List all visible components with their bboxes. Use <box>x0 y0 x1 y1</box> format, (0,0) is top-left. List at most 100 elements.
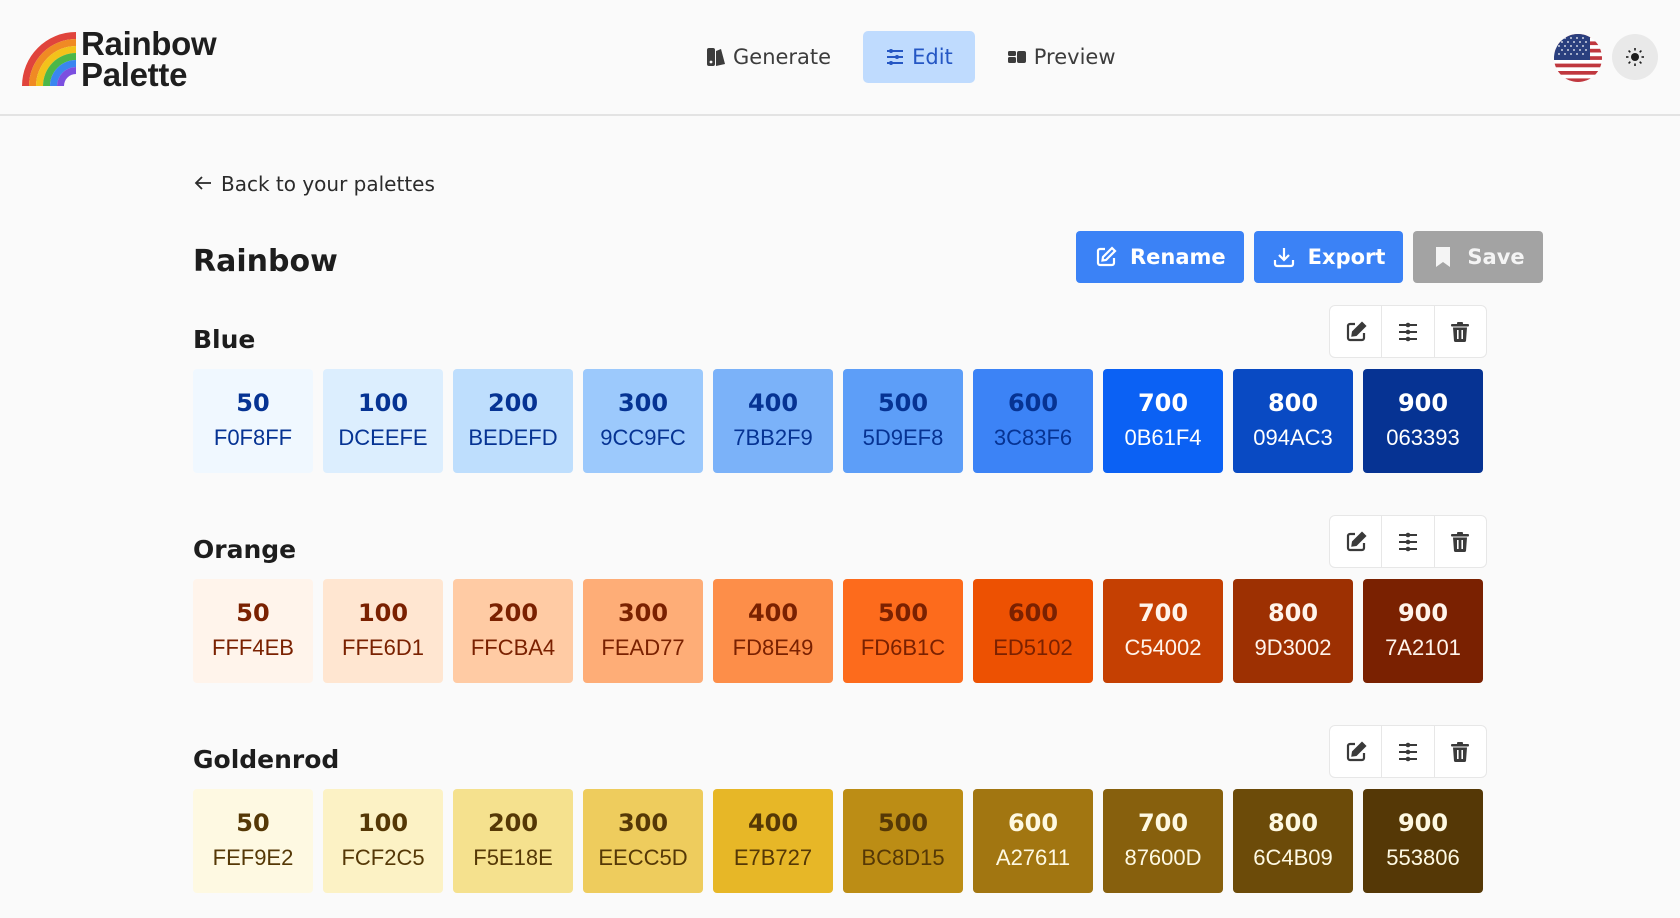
color-swatch[interactable]: 800 9D3002 <box>1233 579 1353 683</box>
color-swatch[interactable]: 50 F0F8FF <box>193 369 313 473</box>
color-swatch[interactable]: 100 FCF2C5 <box>323 789 443 893</box>
swatch-shade: 400 <box>747 809 799 837</box>
adjust-palette-button[interactable] <box>1382 306 1435 357</box>
palette-name: Blue <box>193 325 256 354</box>
rename-label: Rename <box>1130 245 1226 269</box>
edit-palette-button[interactable] <box>1330 516 1383 567</box>
color-swatch[interactable]: 400 E7B727 <box>713 789 833 893</box>
color-swatch[interactable]: 700 0B61F4 <box>1103 369 1223 473</box>
swatch-hex: FEF9E2 <box>212 845 294 870</box>
swatch-shade: 800 <box>1267 389 1319 417</box>
color-swatch[interactable]: 900 063393 <box>1363 369 1483 473</box>
nav-preview[interactable]: Preview <box>991 31 1132 83</box>
nav-edit[interactable]: Edit <box>863 31 975 83</box>
logo-line-1: Rainbow <box>81 25 217 62</box>
color-swatch[interactable]: 900 7A2101 <box>1363 579 1483 683</box>
color-swatch[interactable]: 50 FEF9E2 <box>193 789 313 893</box>
app-header: Rainbow Palette Generate Edit Preview <box>0 0 1680 116</box>
edit-icon <box>1346 530 1367 551</box>
swatch-hex: BEDEFD <box>468 425 558 450</box>
color-swatch[interactable]: 600 ED5102 <box>973 579 1093 683</box>
swatch-hex: DCEEFE <box>338 425 428 450</box>
swatch-hex: 5D9EF8 <box>862 425 944 450</box>
swatch-shade: 100 <box>357 389 409 417</box>
color-swatch[interactable]: 300 EECC5D <box>583 789 703 893</box>
adjust-palette-button[interactable] <box>1382 516 1435 567</box>
color-swatch[interactable]: 300 9CC9FC <box>583 369 703 473</box>
back-link-label: Back to your palettes <box>221 172 435 196</box>
save-button[interactable]: Save <box>1413 231 1543 283</box>
color-swatch[interactable]: 300 FEAD77 <box>583 579 703 683</box>
delete-palette-button[interactable] <box>1435 306 1486 357</box>
logo-line-2: Palette <box>81 56 188 93</box>
color-swatch[interactable]: 200 F5E18E <box>453 789 573 893</box>
rename-button[interactable]: Rename <box>1076 231 1244 283</box>
swatch-hex: 0B61F4 <box>1124 425 1202 450</box>
swatch-hex: 7BB2F9 <box>733 425 813 450</box>
swatch-hex: FCF2C5 <box>341 845 425 870</box>
swatch-hex: 9D3002 <box>1254 635 1332 660</box>
arrow-left-icon <box>194 172 212 196</box>
color-swatch[interactable]: 200 FFCBA4 <box>453 579 573 683</box>
trash-icon <box>1451 741 1470 762</box>
swatch-shade: 400 <box>747 389 799 417</box>
color-swatch[interactable]: 600 A27611 <box>973 789 1093 893</box>
swatch-shade: 600 <box>1007 389 1059 417</box>
download-icon <box>1273 248 1294 268</box>
swatch-hex: A27611 <box>995 845 1071 870</box>
swatch-hex: 094AC3 <box>1253 425 1333 450</box>
delete-palette-button[interactable] <box>1435 516 1486 567</box>
swatch-shade: 600 <box>1007 809 1059 837</box>
swatch-hex: FFCBA4 <box>470 635 556 660</box>
color-swatch[interactable]: 600 3C83F6 <box>973 369 1093 473</box>
palette-tools <box>1329 725 1487 778</box>
swatch-shade: 200 <box>487 389 539 417</box>
color-swatch[interactable]: 500 FD6B1C <box>843 579 963 683</box>
color-swatch[interactable]: 500 BC8D15 <box>843 789 963 893</box>
export-button[interactable]: Export <box>1253 231 1404 283</box>
color-swatch[interactable]: 500 5D9EF8 <box>843 369 963 473</box>
theme-toggle-button[interactable] <box>1612 34 1658 80</box>
edit-palette-button[interactable] <box>1330 726 1383 777</box>
swatch-shade: 800 <box>1267 599 1319 627</box>
color-swatch[interactable]: 800 6C4B09 <box>1233 789 1353 893</box>
color-swatch[interactable]: 100 FFE6D1 <box>323 579 443 683</box>
nav-generate[interactable]: Generate <box>690 31 847 83</box>
color-swatch[interactable]: 100 DCEEFE <box>323 369 443 473</box>
swatch-shade: 500 <box>877 599 929 627</box>
swatch-shade: 700 <box>1137 599 1189 627</box>
edit-palette-button[interactable] <box>1330 306 1383 357</box>
edit-icon <box>1096 246 1117 267</box>
back-to-palettes-link[interactable]: Back to your palettes <box>194 172 435 196</box>
language-selector[interactable] <box>1554 34 1602 82</box>
color-swatch[interactable]: 200 BEDEFD <box>453 369 573 473</box>
color-swatch[interactable]: 50 FFF4EB <box>193 579 313 683</box>
swatchbook-icon <box>706 47 726 67</box>
swatch-hex: FFE6D1 <box>342 635 424 660</box>
color-swatch[interactable]: 700 87600D <box>1103 789 1223 893</box>
swatch-shade: 200 <box>487 599 539 627</box>
main-nav: Generate Edit Preview <box>690 31 1132 83</box>
adjust-palette-button[interactable] <box>1382 726 1435 777</box>
logo-text: Rainbow Palette <box>81 25 217 93</box>
delete-palette-button[interactable] <box>1435 726 1486 777</box>
palette-name: Orange <box>193 535 297 564</box>
sliders-icon <box>885 47 905 67</box>
swatch-hex: 063393 <box>1386 425 1460 450</box>
bookmark-icon <box>1436 247 1451 267</box>
color-swatch[interactable]: 400 FD8E49 <box>713 579 833 683</box>
swatch-hex: ED5102 <box>993 635 1073 660</box>
swatch-hex: BC8D15 <box>861 845 945 870</box>
swatch-shade: 200 <box>487 809 539 837</box>
palette-title: Rainbow <box>193 244 338 279</box>
swatch-hex: EECC5D <box>598 845 688 870</box>
color-swatch[interactable]: 400 7BB2F9 <box>713 369 833 473</box>
swatch-shade: 300 <box>617 809 669 837</box>
swatch-hex: FD8E49 <box>732 635 814 660</box>
sliders-icon <box>1398 532 1417 551</box>
color-swatch[interactable]: 700 C54002 <box>1103 579 1223 683</box>
color-swatch[interactable]: 900 553806 <box>1363 789 1483 893</box>
logo[interactable]: Rainbow Palette <box>20 25 217 93</box>
color-swatch[interactable]: 800 094AC3 <box>1233 369 1353 473</box>
palette-actions: Rename Export Save <box>1076 231 1543 283</box>
